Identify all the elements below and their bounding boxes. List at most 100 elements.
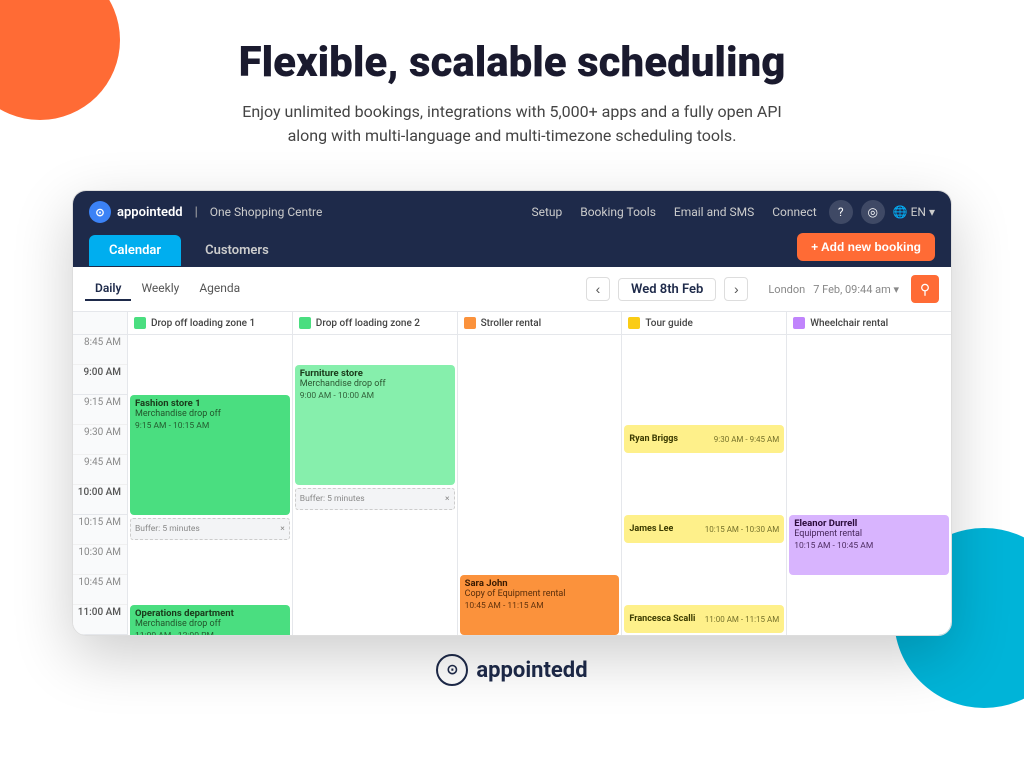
booking-subtitle: Merchandise drop off [300, 379, 450, 389]
booking-time: 11:00 AM - 12:00 PM [135, 631, 285, 635]
time-9-45: 9:45 AM [73, 455, 127, 485]
booking-time: 10:15 AM - 10:45 AM [794, 541, 944, 551]
tab-calendar[interactable]: Calendar [89, 235, 181, 266]
booking-title: Sara John [465, 578, 615, 589]
calendar-grid: 8:45 AM 9:00 AM 9:15 AM 9:30 AM 9:45 AM … [73, 335, 951, 635]
booking-ryan[interactable]: Ryan Briggs 9:30 AM - 9:45 AM [624, 425, 784, 453]
res-dot-1 [299, 317, 311, 329]
booking-title: Ryan Briggs [629, 434, 678, 444]
navbar: ⊙ appointedd | One Shopping Centre Setup… [73, 191, 951, 233]
booking-title: Francesca Scalli [629, 614, 695, 624]
booking-subtitle: Copy of Equipment rental [465, 589, 615, 599]
navbar-location: One Shopping Centre [210, 205, 323, 219]
resource-col-0: Drop off loading zone 1 [128, 312, 293, 334]
footer-brand-name: appointedd [476, 658, 587, 683]
timezone-row: London 7 Feb, 09:44 am ▾ [768, 283, 899, 296]
hero-title: Flexible, scalable scheduling [80, 40, 944, 86]
booking-operations[interactable]: Operations department Merchandise drop o… [130, 605, 290, 635]
res-dot-2 [464, 317, 476, 329]
time-column: 8:45 AM 9:00 AM 9:15 AM 9:30 AM 9:45 AM … [73, 335, 128, 635]
time-9-00: 9:00 AM [73, 365, 127, 395]
current-date-label: Wed 8th Feb [618, 278, 716, 301]
tab-bar: Calendar Customers + Add new booking [73, 233, 951, 267]
time-9-15: 9:15 AM [73, 395, 127, 425]
nav-connect[interactable]: Connect [772, 205, 816, 219]
resource-header-row: Drop off loading zone 1 Drop off loading… [73, 312, 951, 335]
time-10-15: 10:15 AM [73, 515, 127, 545]
lane-3: Ryan Briggs 9:30 AM - 9:45 AM James Lee … [622, 335, 787, 635]
tab-bar-right: + Add new booking [797, 233, 935, 267]
nav-setup[interactable]: Setup [531, 205, 562, 219]
user-icon-btn[interactable]: ◎ [861, 200, 885, 224]
lane-1: Furniture store Merchandise drop off 9:0… [293, 335, 458, 635]
date-nav: ‹ Wed 8th Feb › [586, 277, 748, 301]
calendar-toolbar: Daily Weekly Agenda ‹ Wed 8th Feb › Lond… [73, 267, 951, 312]
language-selector[interactable]: 🌐 EN ▾ [893, 205, 935, 219]
res-dot-0 [134, 317, 146, 329]
time-8-45: 8:45 AM [73, 335, 127, 365]
hero-subtitle: Enjoy unlimited bookings, integrations w… [222, 100, 802, 148]
res-name-0: Drop off loading zone 1 [151, 318, 255, 329]
app-window: ⊙ appointedd | One Shopping Centre Setup… [72, 190, 952, 636]
tab-customers[interactable]: Customers [185, 235, 289, 266]
navbar-nav: Setup Booking Tools Email and SMS Connec… [531, 205, 816, 219]
booking-time: 11:00 AM - 11:15 AM [705, 615, 779, 624]
lane-0: Fashion store 1 Merchandise drop off 9:1… [128, 335, 293, 635]
res-name-4: Wheelchair rental [810, 318, 888, 329]
help-icon-btn[interactable]: ? [829, 200, 853, 224]
time-11-00: 11:00 AM [73, 605, 127, 635]
booking-furniture[interactable]: Furniture store Merchandise drop off 9:0… [295, 365, 455, 485]
resource-col-4: Wheelchair rental [787, 312, 951, 334]
filter-button[interactable]: ⚲ [911, 275, 939, 303]
datetime-label: 7 Feb, 09:44 am ▾ [813, 283, 899, 296]
booking-james[interactable]: James Lee 10:15 AM - 10:30 AM [624, 515, 784, 543]
time-col-header [73, 312, 128, 334]
nav-email-sms[interactable]: Email and SMS [674, 205, 754, 219]
time-10-45: 10:45 AM [73, 575, 127, 605]
lane-2: Sara John Copy of Equipment rental 10:45… [458, 335, 623, 635]
resource-col-2: Stroller rental [458, 312, 623, 334]
booking-title: Eleanor Durrell [794, 518, 944, 529]
footer-brand: ⊙ appointedd [0, 636, 1024, 696]
resource-col-3: Tour guide [622, 312, 787, 334]
navbar-divider: | [195, 205, 198, 220]
booking-subtitle: Equipment rental [794, 529, 944, 539]
time-10-00: 10:00 AM [73, 485, 127, 515]
resources-area: Fashion store 1 Merchandise drop off 9:1… [128, 335, 951, 635]
navbar-logo: ⊙ [89, 201, 111, 223]
resource-col-1: Drop off loading zone 2 [293, 312, 458, 334]
booking-title: Fashion store 1 [135, 398, 285, 409]
buffer-block-0: Buffer: 5 minutes × [130, 518, 290, 540]
booking-sara[interactable]: Sara John Copy of Equipment rental 10:45… [460, 575, 620, 635]
time-9-30: 9:30 AM [73, 425, 127, 455]
hero-section: Flexible, scalable scheduling Enjoy unli… [0, 0, 1024, 190]
buffer-block-2: Buffer: 5 minutes × [295, 488, 455, 510]
footer-logo: ⊙ [436, 654, 468, 686]
booking-subtitle: Merchandise drop off [135, 409, 285, 419]
view-tab-weekly[interactable]: Weekly [131, 277, 189, 301]
booking-time: 10:45 AM - 11:15 AM [465, 601, 615, 611]
timezone-label: London [768, 283, 805, 296]
navbar-actions: ? ◎ 🌐 EN ▾ [829, 200, 935, 224]
next-date-button[interactable]: › [724, 277, 748, 301]
add-booking-button[interactable]: + Add new booking [797, 233, 935, 261]
view-tab-agenda[interactable]: Agenda [189, 277, 250, 301]
res-name-1: Drop off loading zone 2 [316, 318, 420, 329]
lane-4: Eleanor Durrell Equipment rental 10:15 A… [787, 335, 951, 635]
booking-time: 9:30 AM - 9:45 AM [714, 435, 779, 444]
prev-date-button[interactable]: ‹ [586, 277, 610, 301]
res-dot-3 [628, 317, 640, 329]
navbar-brand: ⊙ appointedd [89, 201, 183, 223]
res-name-2: Stroller rental [481, 318, 542, 329]
nav-booking-tools[interactable]: Booking Tools [580, 205, 656, 219]
booking-title: Operations department [135, 608, 285, 619]
view-tab-daily[interactable]: Daily [85, 277, 131, 301]
booking-time: 10:15 AM - 10:30 AM [705, 525, 779, 534]
tab-bar-left: Calendar Customers [89, 235, 289, 266]
brand-name: appointedd [117, 205, 183, 220]
time-10-30: 10:30 AM [73, 545, 127, 575]
booking-eleanor[interactable]: Eleanor Durrell Equipment rental 10:15 A… [789, 515, 949, 575]
booking-fashion-store[interactable]: Fashion store 1 Merchandise drop off 9:1… [130, 395, 290, 515]
booking-francesca[interactable]: Francesca Scalli 11:00 AM - 11:15 AM [624, 605, 784, 633]
booking-title: Furniture store [300, 368, 450, 379]
